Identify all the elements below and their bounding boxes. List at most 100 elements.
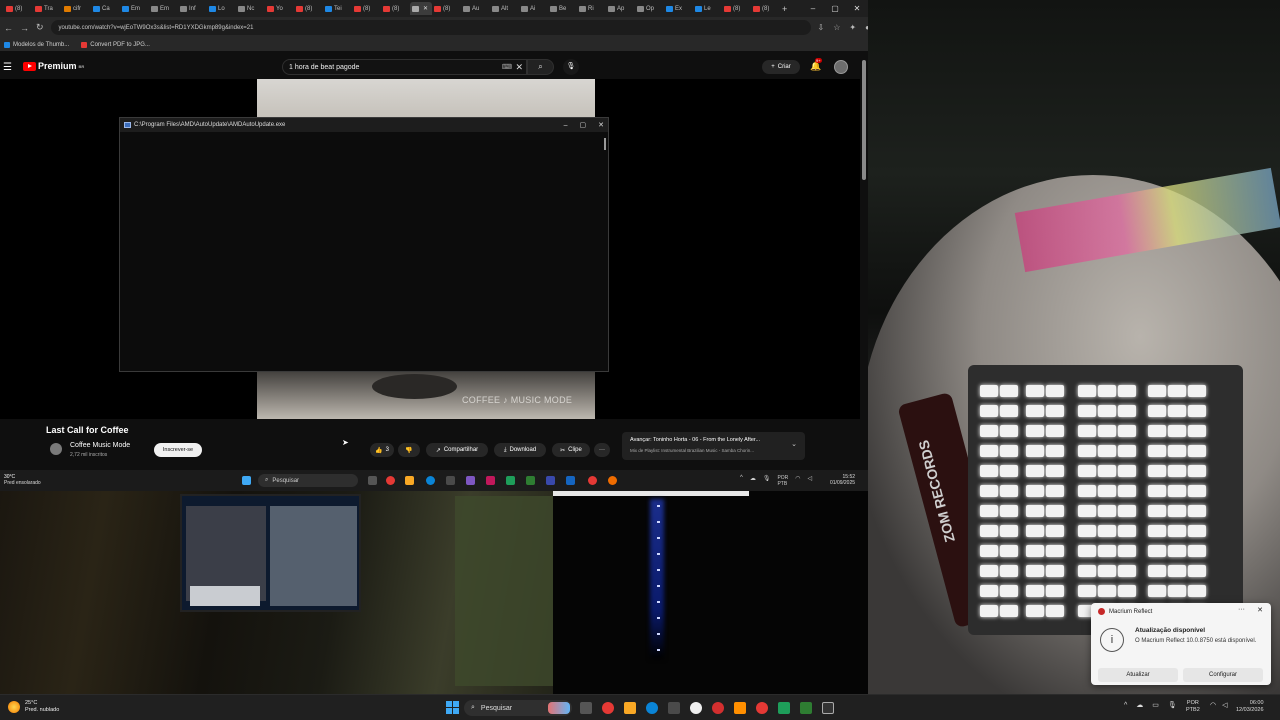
excel-icon[interactable] (526, 476, 535, 485)
captured-start-icon[interactable] (242, 476, 251, 485)
browser-tab[interactable]: (8) (751, 2, 780, 15)
create-button[interactable]: + Criar (762, 60, 800, 74)
configure-button[interactable]: Configurar (1183, 668, 1263, 682)
volume-icon[interactable]: ◁ (1222, 701, 1227, 709)
close-icon[interactable]: ✕ (598, 121, 604, 129)
app-icon[interactable] (778, 702, 790, 714)
browser-tab[interactable]: Ex (664, 2, 693, 15)
cloud-icon[interactable]: ☁ (750, 475, 756, 487)
extensions-icon[interactable]: ✦ (849, 23, 856, 32)
browser-tab[interactable]: Em (149, 2, 178, 15)
forward-icon[interactable]: → (20, 23, 29, 33)
install-icon[interactable]: ⇩ (818, 23, 825, 32)
browser-tab[interactable]: Op (635, 2, 664, 15)
notification-toast[interactable]: Macrium Reflect ··· ✕ i Atualização disp… (1091, 603, 1271, 685)
console-titlebar[interactable]: C:\Program Files\AMD\AutoUpdate\AMDAutoU… (120, 118, 608, 132)
mic-icon[interactable]: 🎙 (763, 475, 771, 487)
close-icon[interactable]: ✕ (846, 4, 868, 13)
browser-tab[interactable]: (8) (432, 2, 461, 15)
up-next-card[interactable]: Avançar: Toninho Horta - 06 - From the L… (622, 432, 805, 460)
app-icon[interactable] (608, 476, 617, 485)
new-tab-icon[interactable]: + (782, 4, 787, 14)
browser-tab[interactable]: Alt (490, 2, 519, 15)
store-icon[interactable] (446, 476, 455, 485)
app-icon[interactable] (822, 702, 834, 714)
page-scrollbar[interactable] (862, 60, 866, 180)
language-indicator[interactable]: POR PTB2 (1186, 700, 1200, 714)
store-icon[interactable] (668, 702, 680, 714)
browser-tab[interactable]: Ai (519, 2, 548, 15)
browser-tab[interactable]: ✕ (410, 2, 432, 15)
browser-tab[interactable]: Le (693, 2, 722, 15)
notifications-bell-icon[interactable]: 🔔 9+ (810, 58, 822, 72)
task-view-icon[interactable] (580, 702, 592, 714)
reload-icon[interactable]: ↻ (36, 22, 44, 33)
browser-tab[interactable]: (8) (381, 2, 410, 15)
captured-language[interactable]: POR PTB (777, 475, 788, 487)
minimize-icon[interactable]: – (802, 4, 824, 13)
maximize-icon[interactable]: ▢ (824, 4, 846, 13)
start-button[interactable] (446, 701, 459, 714)
hamburger-menu-icon[interactable]: ☰ (3, 62, 12, 73)
browser-tab[interactable]: (8) (4, 2, 33, 15)
youtube-logo[interactable]: Premium BR (23, 61, 84, 71)
app-icon[interactable] (546, 476, 555, 485)
chevron-down-icon[interactable]: ⌄ (791, 440, 797, 448)
bookmark-star-icon[interactable]: ☆ (833, 23, 840, 32)
url-field[interactable]: youtube.com/watch?v=wjEoTW9Ox3s&list=RD1… (50, 20, 811, 35)
close-tab-icon[interactable]: ✕ (423, 5, 428, 12)
weather-widget[interactable]: 25°C Pred. nublado (8, 700, 59, 714)
search-highlight-icon[interactable] (548, 702, 570, 714)
youtube-search-input[interactable]: 1 hora de beat pagode ⌨ ✕ (282, 59, 527, 75)
avatar[interactable] (834, 60, 848, 74)
file-explorer-icon[interactable] (405, 476, 414, 485)
browser-tab[interactable]: cifr (62, 2, 91, 15)
app-icon[interactable] (712, 702, 724, 714)
more-actions-button[interactable]: ··· (594, 443, 610, 457)
console-window[interactable]: C:\Program Files\AMD\AutoUpdate\AMDAutoU… (119, 117, 609, 372)
channel-name[interactable]: Coffee Music Mode (70, 442, 130, 449)
browser-tab[interactable]: Em (120, 2, 149, 15)
obs-icon[interactable] (690, 702, 702, 714)
browser-tab[interactable]: Au (461, 2, 490, 15)
more-options-icon[interactable]: ··· (1238, 606, 1245, 613)
drive-icon[interactable]: ▭ (1152, 701, 1159, 709)
wifi-icon[interactable]: ◠ (1210, 701, 1216, 709)
captured-search-box[interactable]: ⌕ Pesquisar (258, 474, 358, 487)
excel-icon[interactable] (800, 702, 812, 714)
app-icon[interactable] (506, 476, 515, 485)
chrome-icon[interactable] (588, 476, 597, 485)
minimize-icon[interactable]: – (564, 122, 568, 129)
browser-tab[interactable]: Tei (323, 2, 352, 15)
clear-search-icon[interactable]: ✕ (515, 62, 523, 73)
browser-tab[interactable]: (8) (352, 2, 381, 15)
file-explorer-icon[interactable] (624, 702, 636, 714)
chrome-icon[interactable] (756, 702, 768, 714)
update-button[interactable]: Atualizar (1098, 668, 1178, 682)
search-button[interactable]: ⌕ (527, 59, 554, 75)
chrome-icon[interactable] (602, 702, 614, 714)
chevron-up-icon[interactable]: ^ (740, 475, 743, 487)
subscribe-button[interactable]: Inscrever-se (154, 443, 202, 457)
clock[interactable]: 06:00 12/03/2026 (1236, 700, 1264, 714)
browser-tab[interactable]: Ca (91, 2, 120, 15)
bookmark-item[interactable]: Modelos de Thumb... (4, 41, 69, 48)
close-icon[interactable]: ✕ (1257, 606, 1263, 614)
clip-button[interactable]: ✂ Clipe (552, 443, 590, 457)
mic-icon[interactable]: 🎙 (1168, 701, 1177, 709)
share-button[interactable]: ↗ Compartilhar (426, 443, 488, 457)
outlook-icon[interactable] (566, 476, 575, 485)
browser-tab[interactable]: Ri (577, 2, 606, 15)
volume-icon[interactable]: ◁ (808, 475, 813, 487)
captured-clock[interactable]: 15:52 01/09/2025 (830, 474, 855, 486)
task-view-icon[interactable] (368, 476, 377, 485)
maximize-icon[interactable]: ▢ (580, 121, 587, 129)
back-icon[interactable]: ← (4, 23, 13, 33)
browser-tab[interactable]: Be (548, 2, 577, 15)
chevron-up-icon[interactable]: ^ (1124, 702, 1127, 709)
vlc-icon[interactable] (734, 702, 746, 714)
keyboard-icon[interactable]: ⌨ (502, 63, 512, 71)
microphone-icon[interactable]: 🎙 (563, 59, 579, 75)
edge-icon[interactable] (646, 702, 658, 714)
bookmark-item[interactable]: Convert PDF to JPG... (81, 41, 150, 48)
